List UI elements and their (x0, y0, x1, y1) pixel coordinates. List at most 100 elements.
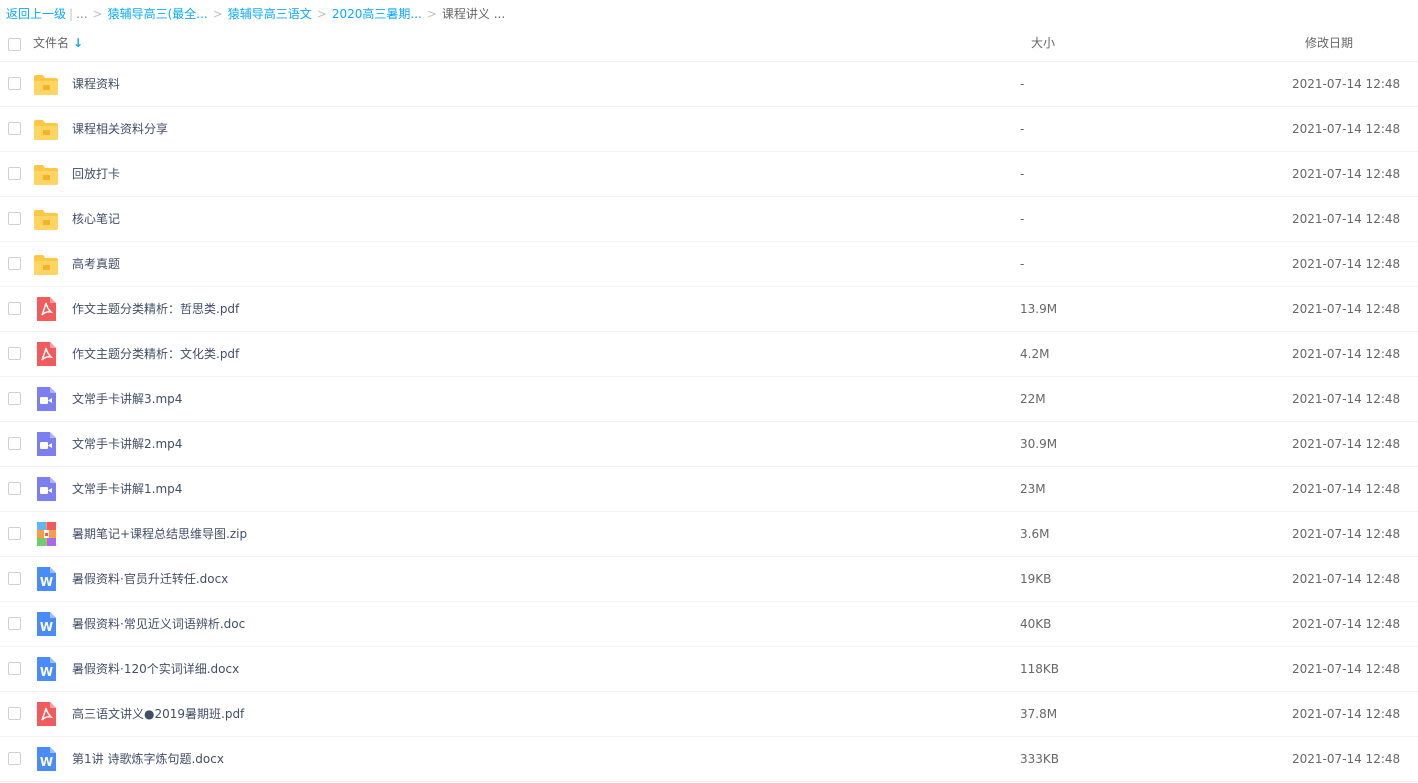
file-date: 2021-07-14 12:48 (1292, 392, 1401, 406)
file-name[interactable]: 回放打卡 (72, 152, 120, 196)
file-date: 2021-07-14 12:48 (1292, 122, 1401, 136)
breadcrumb-ellipsis[interactable]: ... (76, 7, 87, 21)
file-size: 30.9M (1020, 437, 1058, 451)
file-size: 22M (1020, 392, 1046, 406)
file-row[interactable]: 课程相关资料分享 - 2021-07-14 12:48 (0, 107, 1418, 152)
word-icon[interactable]: W (33, 747, 59, 771)
folder-icon[interactable] (33, 207, 59, 231)
file-name[interactable]: 第1讲 诗歌炼字炼句题.docx (72, 737, 224, 781)
svg-text:W: W (40, 665, 53, 679)
file-list-header: 文件名 ↓ 大小 修改日期 (0, 27, 1418, 62)
file-name[interactable]: 作文主题分类精析：文化类.pdf (72, 332, 239, 376)
video-icon[interactable] (33, 387, 59, 411)
pdf-icon[interactable] (33, 702, 59, 726)
file-size: 4.2M (1020, 347, 1050, 361)
file-date: 2021-07-14 12:48 (1292, 77, 1401, 91)
file-name[interactable]: 暑假资料·120个实词详细.docx (72, 647, 239, 691)
file-row[interactable]: 文常手卡讲解2.mp4 30.9M 2021-07-14 12:48 (0, 422, 1418, 467)
file-date: 2021-07-14 12:48 (1292, 752, 1401, 766)
file-name[interactable]: 暑假资料·官员升迁转任.docx (72, 557, 228, 601)
video-icon[interactable] (33, 477, 59, 501)
date-column-header[interactable]: 修改日期 (1305, 27, 1353, 60)
breadcrumb-current: 课程讲义 ... (441, 7, 506, 21)
file-row[interactable]: W 第1讲 诗歌炼字炼句题.docx 333KB 2021-07-14 12:48 (0, 737, 1418, 782)
file-row[interactable]: W 暑假资料·官员升迁转任.docx 19KB 2021-07-14 12:48 (0, 557, 1418, 602)
file-name[interactable]: 暑假资料·常见近义词语辨析.doc (72, 602, 245, 646)
row-checkbox[interactable] (8, 527, 21, 540)
row-checkbox[interactable] (8, 662, 21, 675)
row-checkbox[interactable] (8, 707, 21, 720)
file-date: 2021-07-14 12:48 (1292, 167, 1401, 181)
file-row[interactable]: 高三语文讲义●2019暑期班.pdf 37.8M 2021-07-14 12:48 (0, 692, 1418, 737)
file-name[interactable]: 高考真题 (72, 242, 120, 286)
file-row[interactable]: 作文主题分类精析：文化类.pdf 4.2M 2021-07-14 12:48 (0, 332, 1418, 377)
file-size: 13.9M (1020, 302, 1058, 316)
file-size: 40KB (1020, 617, 1052, 631)
word-icon[interactable]: W (33, 657, 59, 681)
file-row[interactable]: 作文主题分类精析：哲思类.pdf 13.9M 2021-07-14 12:48 (0, 287, 1418, 332)
breadcrumb-item[interactable]: 2020高三暑期... (332, 7, 422, 21)
file-name[interactable]: 文常手卡讲解2.mp4 (72, 422, 182, 466)
file-name[interactable]: 文常手卡讲解1.mp4 (72, 467, 182, 511)
row-checkbox[interactable] (8, 212, 21, 225)
row-checkbox[interactable] (8, 437, 21, 450)
file-size: - (1020, 212, 1025, 226)
file-name[interactable]: 暑期笔记+课程总结思维导图.zip (72, 512, 247, 556)
file-size: 23M (1020, 482, 1046, 496)
pdf-icon[interactable] (33, 342, 59, 366)
file-name[interactable]: 文常手卡讲解3.mp4 (72, 377, 182, 421)
row-checkbox[interactable] (8, 77, 21, 90)
word-icon[interactable]: W (33, 567, 59, 591)
breadcrumb-item[interactable]: 猿辅导高三语文 (228, 7, 312, 21)
file-date: 2021-07-14 12:48 (1292, 707, 1401, 721)
size-column-header[interactable]: 大小 (1031, 27, 1055, 60)
file-row[interactable]: 暑期笔记+课程总结思维导图.zip 3.6M 2021-07-14 12:48 (0, 512, 1418, 557)
row-checkbox[interactable] (8, 392, 21, 405)
file-row[interactable]: W 暑假资料·常见近义词语辨析.doc 40KB 2021-07-14 12:48 (0, 602, 1418, 647)
file-row[interactable]: 高考真题 - 2021-07-14 12:48 (0, 242, 1418, 287)
file-size: 3.6M (1020, 527, 1050, 541)
file-row[interactable]: 回放打卡 - 2021-07-14 12:48 (0, 152, 1418, 197)
video-icon[interactable] (33, 432, 59, 456)
file-date: 2021-07-14 12:48 (1292, 302, 1401, 316)
file-name[interactable]: 核心笔记 (72, 197, 120, 241)
file-size: - (1020, 122, 1025, 136)
file-row[interactable]: 文常手卡讲解1.mp4 23M 2021-07-14 12:48 (0, 467, 1418, 512)
row-checkbox[interactable] (8, 482, 21, 495)
file-row[interactable]: 文常手卡讲解3.mp4 22M 2021-07-14 12:48 (0, 377, 1418, 422)
breadcrumb-item[interactable]: 猿辅导高三(最全... (108, 7, 208, 21)
file-date: 2021-07-14 12:48 (1292, 527, 1401, 541)
back-link[interactable]: 返回上一级 (6, 7, 66, 21)
breadcrumb-separator: > (426, 7, 437, 21)
folder-icon[interactable] (33, 72, 59, 96)
file-row[interactable]: 课程资料 - 2021-07-14 12:48 (0, 62, 1418, 107)
folder-icon[interactable] (33, 117, 59, 141)
file-date: 2021-07-14 12:48 (1292, 617, 1401, 631)
file-size: - (1020, 167, 1025, 181)
file-name[interactable]: 课程相关资料分享 (72, 107, 168, 151)
row-checkbox[interactable] (8, 167, 21, 180)
file-name[interactable]: 课程资料 (72, 62, 120, 106)
file-name[interactable]: 作文主题分类精析：哲思类.pdf (72, 287, 239, 331)
folder-icon[interactable] (33, 162, 59, 186)
file-row[interactable]: 核心笔记 - 2021-07-14 12:48 (0, 197, 1418, 242)
row-checkbox[interactable] (8, 572, 21, 585)
folder-icon[interactable] (33, 252, 59, 276)
row-checkbox[interactable] (8, 122, 21, 135)
sort-down-icon[interactable]: ↓ (73, 27, 83, 60)
file-size: 118KB (1020, 662, 1060, 676)
file-row[interactable]: W 暑假资料·120个实词详细.docx 118KB 2021-07-14 12:48 (0, 647, 1418, 692)
word-icon[interactable]: W (33, 612, 59, 636)
row-checkbox[interactable] (8, 257, 21, 270)
file-name[interactable]: 高三语文讲义●2019暑期班.pdf (72, 692, 244, 736)
pdf-icon[interactable] (33, 297, 59, 321)
row-checkbox[interactable] (8, 752, 21, 765)
row-checkbox[interactable] (8, 347, 21, 360)
breadcrumb: 返回上一级 |... > 猿辅导高三(最全... > 猿辅导高三语文 >2020高三暑期..… (6, 5, 505, 23)
file-date: 2021-07-14 12:48 (1292, 572, 1401, 586)
name-column-header[interactable]: 文件名 ↓ (33, 27, 83, 60)
row-checkbox[interactable] (8, 617, 21, 630)
select-all-checkbox[interactable] (8, 38, 21, 51)
row-checkbox[interactable] (8, 302, 21, 315)
zip-icon[interactable] (33, 522, 59, 546)
